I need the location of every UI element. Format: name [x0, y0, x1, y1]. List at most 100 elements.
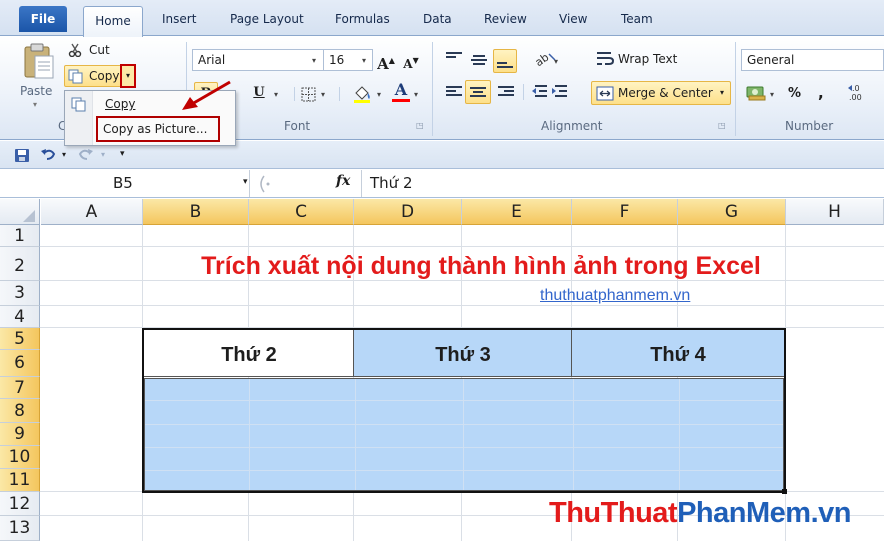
- undo-dropdown-arrow[interactable]: ▾: [62, 150, 66, 159]
- grow-font-button[interactable]: A▲: [376, 49, 396, 73]
- paste-icon[interactable]: [22, 42, 56, 82]
- currency-dropdown-arrow[interactable]: ▾: [770, 90, 774, 99]
- align-center-button[interactable]: [465, 80, 491, 104]
- tab-data[interactable]: Data: [423, 12, 452, 26]
- redo-icon[interactable]: [78, 147, 94, 162]
- indent-icons[interactable]: [531, 84, 571, 100]
- select-all-corner[interactable]: [0, 199, 40, 225]
- tab-page-layout[interactable]: Page Layout: [230, 12, 304, 26]
- name-box-value: B5: [113, 174, 133, 192]
- table-body[interactable]: [144, 378, 784, 491]
- row-header-13[interactable]: 13: [0, 516, 40, 541]
- row-header-12[interactable]: 12: [0, 492, 40, 516]
- tab-review[interactable]: Review: [484, 12, 527, 26]
- fill-color-dropdown-arrow[interactable]: ▾: [377, 90, 381, 99]
- tab-home[interactable]: Home: [83, 6, 143, 37]
- paste-dropdown-arrow[interactable]: ▾: [33, 100, 37, 109]
- gridline: [145, 447, 783, 448]
- row-header-8[interactable]: 8: [0, 399, 40, 423]
- row-header-2[interactable]: 2: [0, 247, 40, 281]
- tab-insert[interactable]: Insert: [162, 12, 196, 26]
- font-color-dropdown-arrow[interactable]: ▾: [414, 90, 418, 99]
- save-icon[interactable]: [14, 148, 30, 163]
- worksheet-grid[interactable]: A B C D E F G H 1 2 3 4 5 6 7 8 9 10 11 …: [0, 199, 884, 541]
- underline-dropdown-arrow[interactable]: ▾: [274, 90, 278, 99]
- row-header-10[interactable]: 10: [0, 446, 40, 469]
- borders-dropdown-arrow[interactable]: ▾: [321, 90, 325, 99]
- font-dialog-launcher-icon[interactable]: ◳: [416, 121, 424, 130]
- increase-decimal-icon[interactable]: .0 .00: [846, 82, 876, 102]
- align-middle-icon[interactable]: [471, 55, 487, 67]
- sheet-title: Trích xuất nội dung thành hình ảnh trong…: [201, 252, 761, 280]
- divider: [523, 84, 524, 100]
- currency-icon[interactable]: [746, 84, 766, 102]
- font-name-dropdown-arrow[interactable]: ▾: [312, 56, 316, 65]
- row-header-1[interactable]: 1: [0, 225, 40, 247]
- paste-button[interactable]: Paste: [20, 84, 52, 98]
- shrink-font-button[interactable]: A▼: [401, 49, 421, 71]
- column-header-g[interactable]: G: [678, 199, 786, 225]
- tab-formulas[interactable]: Formulas: [335, 12, 390, 26]
- number-group-label: Number: [785, 119, 834, 133]
- name-box-dropdown-arrow[interactable]: ▾: [243, 177, 248, 187]
- font-color-button[interactable]: A: [392, 80, 410, 102]
- column-header-d[interactable]: D: [354, 199, 462, 225]
- borders-icon[interactable]: [301, 87, 316, 102]
- row-header-11[interactable]: 11: [0, 469, 40, 492]
- tab-file[interactable]: File: [19, 6, 67, 32]
- name-box[interactable]: B5: [0, 170, 250, 197]
- fill-color-icon[interactable]: [352, 84, 372, 104]
- row-header-6[interactable]: 6: [0, 350, 40, 377]
- undo-icon[interactable]: [40, 147, 56, 162]
- align-right-icon[interactable]: [498, 86, 514, 98]
- column-header-a[interactable]: A: [41, 199, 143, 225]
- align-top-icon[interactable]: [446, 52, 462, 64]
- row-header-4[interactable]: 4: [0, 306, 40, 328]
- column-header-c[interactable]: C: [249, 199, 354, 225]
- column-header-f[interactable]: F: [572, 199, 678, 225]
- menu-item-copy[interactable]: Copy: [105, 97, 135, 111]
- insert-function-button[interactable]: fx: [336, 173, 350, 189]
- table-header-cell[interactable]: Thứ 3: [354, 330, 572, 377]
- merge-center-button[interactable]: Merge & Center ▾: [591, 81, 731, 105]
- row-header-5[interactable]: 5: [0, 328, 40, 350]
- percent-button[interactable]: %: [788, 86, 801, 101]
- table-header-thu-4: Thứ 4: [650, 344, 706, 366]
- row-header-7[interactable]: 7: [0, 377, 40, 399]
- grow-font-label: A: [377, 55, 389, 73]
- number-format-box[interactable]: General: [741, 49, 884, 71]
- copy-button[interactable]: Copy: [64, 65, 122, 87]
- data-table[interactable]: Thứ 2 Thứ 3 Thứ 4: [142, 328, 786, 493]
- merge-center-dropdown-arrow[interactable]: ▾: [720, 88, 724, 97]
- column-header-h[interactable]: H: [786, 199, 884, 225]
- underline-button[interactable]: U: [251, 82, 267, 104]
- align-left-icon[interactable]: [446, 86, 462, 98]
- menu-item-copy-as-picture[interactable]: Copy as Picture...: [96, 116, 220, 142]
- align-bottom-button[interactable]: [493, 49, 517, 73]
- watermark-logo: ThuThuatPhanMem.vn: [549, 497, 851, 530]
- customize-qat-icon[interactable]: ▾: [120, 149, 125, 159]
- font-name-box[interactable]: Arial: [192, 49, 324, 71]
- gridline: [679, 379, 680, 490]
- fill-handle[interactable]: [782, 489, 787, 494]
- redo-dropdown-arrow[interactable]: ▾: [101, 150, 105, 159]
- row-header-9[interactable]: 9: [0, 423, 40, 446]
- column-header-e[interactable]: E: [462, 199, 572, 225]
- column-header-b[interactable]: B: [143, 199, 249, 225]
- tab-team[interactable]: Team: [621, 12, 653, 26]
- watermark-part-1: ThuThuat: [549, 497, 678, 529]
- website-link[interactable]: thuthuatphanmem.vn: [540, 287, 690, 305]
- copy-dropdown-arrow[interactable]: ▾: [120, 64, 136, 88]
- tab-view[interactable]: View: [559, 12, 587, 26]
- table-header-cell[interactable]: Thứ 2: [144, 330, 354, 377]
- orientation-icon[interactable]: ab ▾: [533, 50, 561, 68]
- alignment-dialog-launcher-icon[interactable]: ◳: [718, 121, 726, 130]
- cut-button[interactable]: Cut: [89, 43, 110, 57]
- table-header-cell[interactable]: Thứ 4: [572, 330, 784, 377]
- formula-input[interactable]: Thứ 2: [370, 174, 413, 192]
- comma-button[interactable]: ,: [818, 84, 824, 102]
- select-all-icon: [23, 210, 35, 222]
- font-size-dropdown-arrow[interactable]: ▾: [362, 56, 366, 65]
- wrap-text-button[interactable]: Wrap Text: [618, 52, 677, 66]
- row-header-3[interactable]: 3: [0, 281, 40, 306]
